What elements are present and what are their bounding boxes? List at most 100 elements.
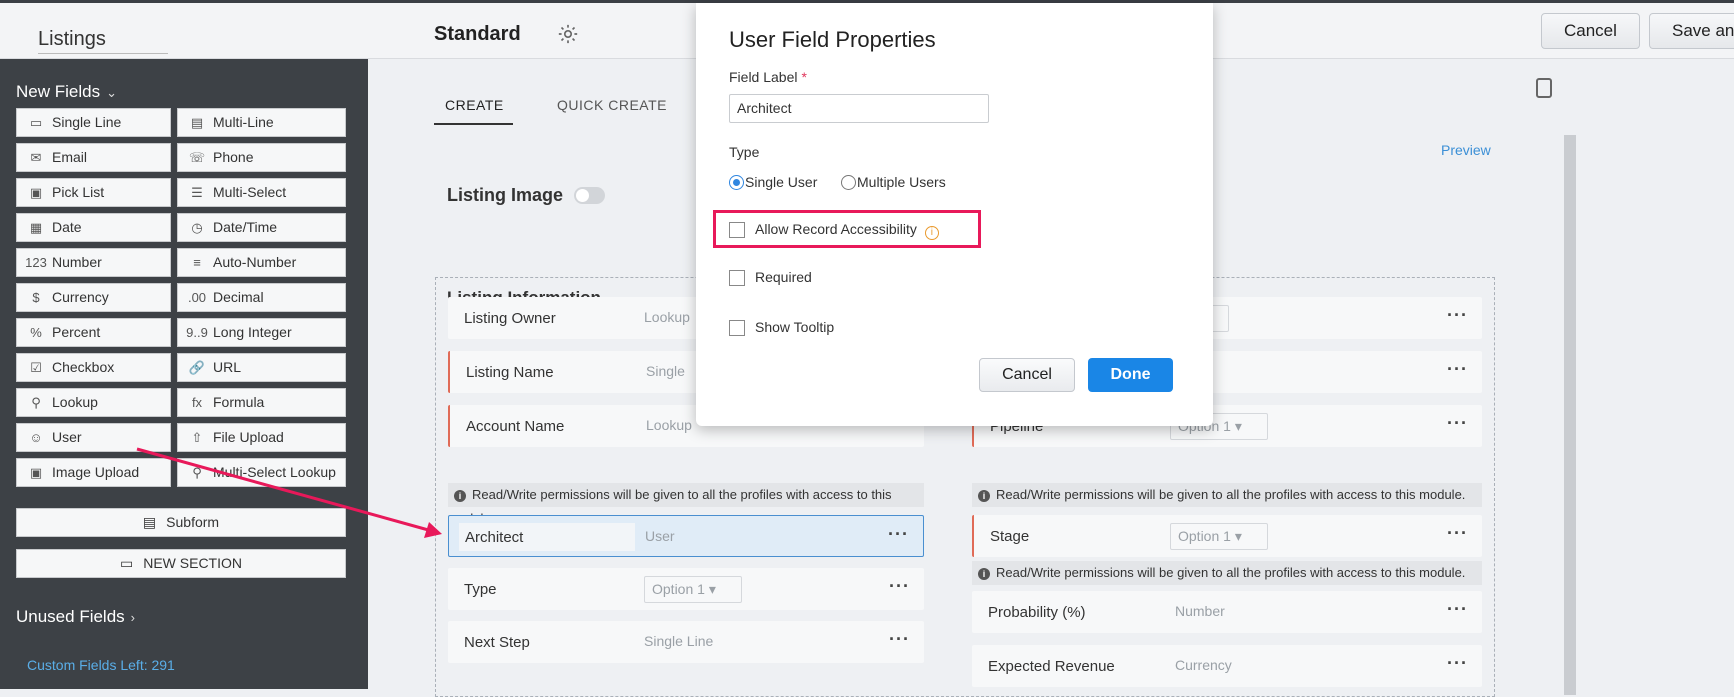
active-tab-indicator bbox=[434, 123, 513, 125]
field-type-label: Checkbox bbox=[52, 359, 115, 375]
more-options-icon[interactable]: ··· bbox=[1447, 305, 1468, 326]
field-row[interactable]: Stage Option 1 ▾ ··· bbox=[972, 515, 1482, 557]
more-options-icon[interactable]: ··· bbox=[1447, 523, 1468, 544]
field-type-checkbox[interactable]: ☑ Checkbox bbox=[16, 353, 171, 382]
field-row[interactable]: Probability (%) Number ··· bbox=[972, 591, 1482, 633]
option-select[interactable]: Option 1 ▾ bbox=[644, 576, 742, 603]
radio-single-user[interactable]: Single User bbox=[729, 174, 817, 190]
more-options-icon[interactable]: ··· bbox=[1447, 413, 1468, 434]
checkbox-icon: ☑ bbox=[30, 360, 42, 375]
radio-multiple-users[interactable]: Multiple Users bbox=[841, 174, 946, 190]
notes-icon[interactable] bbox=[1536, 78, 1552, 98]
more-options-icon[interactable]: ··· bbox=[889, 576, 910, 597]
image-upload-icon: ▣ bbox=[29, 465, 43, 480]
field-type-single-line[interactable]: ▭ Single Line bbox=[16, 108, 171, 137]
listing-image-label: Listing Image bbox=[447, 185, 564, 205]
unused-fields-heading[interactable]: Unused Fields › bbox=[16, 607, 135, 627]
dialog-cancel-button[interactable]: Cancel bbox=[979, 358, 1075, 392]
field-type-email[interactable]: ✉ Email bbox=[16, 143, 171, 172]
save-button[interactable]: Save and bbox=[1649, 13, 1734, 49]
field-type-percent[interactable]: % Percent bbox=[16, 318, 171, 347]
chevron-right-icon: › bbox=[130, 610, 136, 625]
field-type-label: Long Integer bbox=[213, 324, 292, 340]
required-checkbox[interactable]: Required bbox=[729, 269, 812, 286]
field-type-long-integer[interactable]: 9..9 Long Integer bbox=[177, 318, 346, 347]
field-type-label: Currency bbox=[52, 289, 109, 305]
subform-button[interactable]: ▤ Subform bbox=[16, 508, 346, 537]
tab-create[interactable]: CREATE bbox=[445, 97, 504, 113]
scrollbar[interactable] bbox=[1564, 135, 1576, 695]
module-name[interactable]: Listings bbox=[38, 28, 168, 54]
more-options-icon[interactable]: ··· bbox=[1447, 653, 1468, 674]
field-type-image-upload[interactable]: ▣ Image Upload bbox=[16, 458, 171, 487]
currency-icon: $ bbox=[32, 290, 40, 305]
option-select[interactable]: Option 1 ▾ bbox=[1170, 523, 1268, 550]
field-type-user[interactable]: ☺ User bbox=[16, 423, 171, 452]
picklist-icon: ▣ bbox=[29, 185, 43, 200]
type-caption: Type bbox=[729, 144, 760, 160]
required-mark: * bbox=[801, 69, 807, 85]
field-type-auto-number[interactable]: ≡ Auto-Number bbox=[177, 248, 346, 277]
field-type: Lookup bbox=[646, 417, 692, 433]
more-options-icon[interactable]: ··· bbox=[1447, 359, 1468, 380]
field-type-datetime[interactable]: ◷ Date/Time bbox=[177, 213, 346, 242]
field-label: Expected Revenue bbox=[988, 658, 1115, 675]
field-label: Architect bbox=[465, 529, 524, 546]
preview-link[interactable]: Preview bbox=[1441, 142, 1491, 158]
field-type-multi-line[interactable]: ▤ Multi-Line bbox=[177, 108, 346, 137]
checkbox-icon bbox=[729, 270, 745, 286]
section-icon: ▭ bbox=[119, 555, 134, 571]
new-section-button[interactable]: ▭ NEW SECTION bbox=[16, 549, 346, 578]
field-label-caption: Field Label * bbox=[729, 69, 807, 85]
field-type-lookup[interactable]: ⚲ Lookup bbox=[16, 388, 171, 417]
field-row[interactable]: Type Option 1 ▾ ··· bbox=[448, 568, 924, 610]
layout-name: Standard bbox=[434, 23, 521, 45]
field-type-file-upload[interactable]: ⇧ File Upload bbox=[177, 423, 346, 452]
radio-unselected-icon bbox=[841, 175, 856, 190]
field-row-architect[interactable]: Architect User ··· bbox=[448, 515, 924, 557]
field-type-label: Multi-Select Lookup bbox=[213, 464, 336, 480]
more-options-icon[interactable]: ··· bbox=[888, 524, 909, 545]
subform-icon: ▤ bbox=[142, 514, 157, 530]
field-type-multi-select-lookup[interactable]: ⚲ Multi-Select Lookup bbox=[177, 458, 346, 487]
custom-fields-left: Custom Fields Left: 291 bbox=[27, 657, 175, 673]
multi-select-icon: ☰ bbox=[191, 185, 203, 200]
datetime-icon: ◷ bbox=[191, 220, 203, 235]
field-type-decimal[interactable]: .00 Decimal bbox=[177, 283, 346, 312]
more-options-icon[interactable]: ··· bbox=[1447, 599, 1468, 620]
number-icon: 123 bbox=[25, 255, 47, 270]
field-type-label: Multi-Select bbox=[213, 184, 287, 200]
show-tooltip-checkbox[interactable]: Show Tooltip bbox=[729, 319, 834, 336]
field-type-label: User bbox=[52, 429, 82, 445]
field-type-picklist[interactable]: ▣ Pick List bbox=[16, 178, 171, 207]
cancel-button[interactable]: Cancel bbox=[1541, 13, 1640, 49]
field-type-number[interactable]: 123 Number bbox=[16, 248, 171, 277]
chevron-down-icon: ⌄ bbox=[106, 85, 117, 100]
info-icon: i bbox=[454, 490, 466, 502]
field-row[interactable]: Next Step Single Line ··· bbox=[448, 621, 924, 663]
field-type-multi-select[interactable]: ☰ Multi-Select bbox=[177, 178, 346, 207]
field-label-input[interactable]: Architect bbox=[729, 94, 989, 123]
field-type-phone[interactable]: ☏ Phone bbox=[177, 143, 346, 172]
field-row[interactable]: Expected Revenue Currency ··· bbox=[972, 645, 1482, 687]
more-options-icon[interactable]: ··· bbox=[889, 629, 910, 650]
listing-image-toggle[interactable] bbox=[574, 187, 605, 204]
info-icon[interactable]: i bbox=[924, 226, 939, 240]
gear-icon[interactable] bbox=[557, 23, 579, 45]
tab-quick-create[interactable]: QUICK CREATE bbox=[557, 97, 667, 113]
single-line-icon: ▭ bbox=[29, 115, 43, 130]
field-type: Currency bbox=[1175, 657, 1232, 673]
field-type-date[interactable]: ▦ Date bbox=[16, 213, 171, 242]
field-type: Number bbox=[1175, 603, 1225, 619]
field-type-formula[interactable]: fx Formula bbox=[177, 388, 346, 417]
field-type-label: Date/Time bbox=[213, 219, 278, 235]
field-label: Listing Name bbox=[466, 364, 554, 381]
field-type-label: Decimal bbox=[213, 289, 264, 305]
new-fields-heading[interactable]: New Fields ⌄ bbox=[16, 82, 117, 102]
field-label: Account Name bbox=[466, 418, 565, 435]
allow-record-accessibility-checkbox[interactable]: Allow Record Accessibility i bbox=[729, 221, 939, 240]
field-type-url[interactable]: 🔗 URL bbox=[177, 353, 346, 382]
field-type-currency[interactable]: $ Currency bbox=[16, 283, 171, 312]
dialog-done-button[interactable]: Done bbox=[1088, 358, 1173, 392]
field-type-label: Pick List bbox=[52, 184, 105, 200]
